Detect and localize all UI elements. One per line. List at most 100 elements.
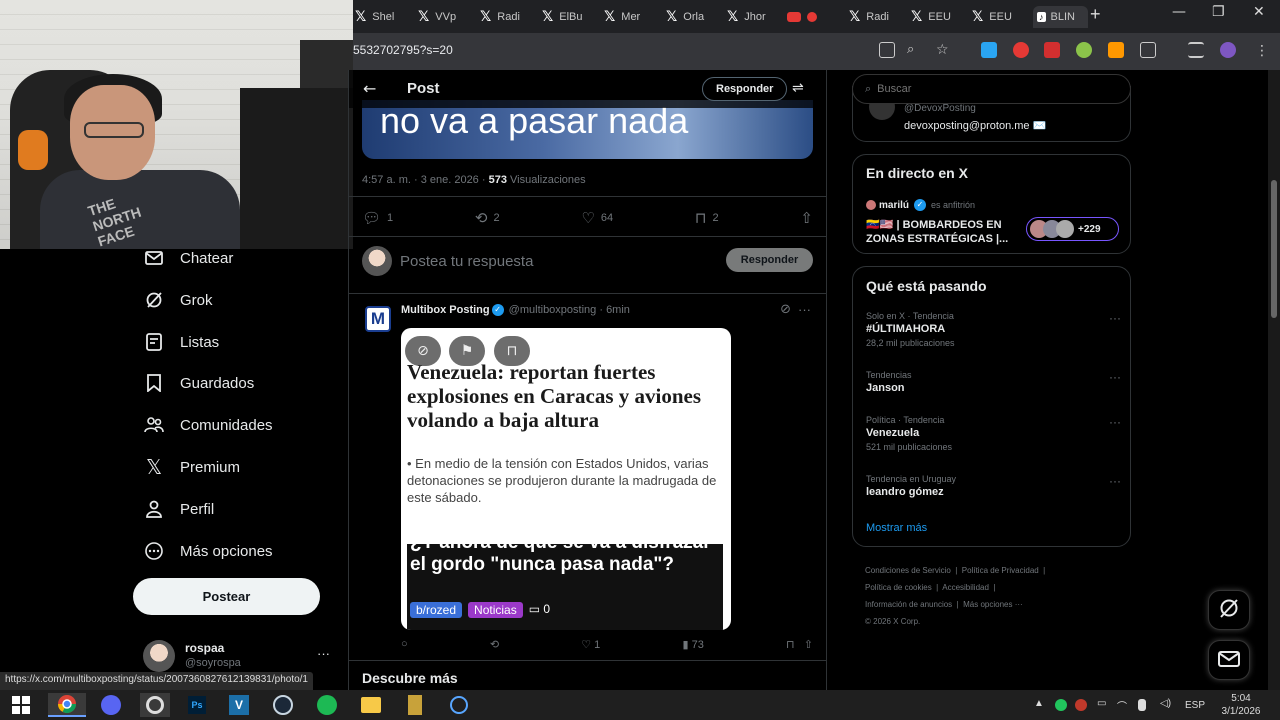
page-scrollbar[interactable]: [1268, 70, 1280, 690]
browser-tab[interactable]: 𝕏 Shel: [355, 6, 410, 28]
tweet-more-icon[interactable]: ···: [798, 302, 811, 317]
author-avatar[interactable]: M: [365, 306, 391, 332]
new-tab-button[interactable]: +: [1090, 4, 1101, 25]
views-action[interactable]: ▮ 73: [682, 638, 703, 651]
like-action[interactable]: ♡ 64: [581, 209, 613, 227]
nav-item-chatear[interactable]: Chatear: [144, 244, 233, 272]
repost-action[interactable]: ⟲ 2: [475, 209, 500, 227]
header-reply-button[interactable]: Responder: [702, 77, 788, 101]
nav-item-premium[interactable]: 𝕏 Premium: [144, 453, 240, 481]
footer-link[interactable]: Información de anuncios: [865, 600, 952, 609]
install-app-icon[interactable]: [879, 42, 895, 58]
messages-fab-button[interactable]: [1208, 640, 1250, 680]
browser-tab[interactable]: 𝕏 Radi: [480, 6, 535, 28]
back-arrow-icon[interactable]: ←: [363, 79, 376, 98]
browser-tab[interactable]: 𝕏 Jhor: [727, 6, 782, 28]
network-icon[interactable]: ▭: [1097, 698, 1106, 709]
file-explorer-taskbar-icon[interactable]: [358, 693, 384, 717]
browser-tab[interactable]: 𝕏 EEU: [972, 6, 1027, 28]
nav-item-listas[interactable]: Listas: [144, 328, 219, 356]
grok-fab-button[interactable]: [1208, 590, 1250, 630]
obs-taskbar-icon[interactable]: [140, 693, 170, 717]
footer-link[interactable]: Política de Privacidad: [962, 566, 1039, 575]
steam-taskbar-icon[interactable]: [270, 693, 296, 717]
trend-item[interactable]: Solo en X · Tendencia #ÚLTIMAHORA 28,2 m…: [866, 311, 1121, 348]
browser-tab[interactable]: 𝕏 Radi: [849, 6, 904, 28]
post-button[interactable]: Postear: [133, 578, 320, 615]
microphone-icon[interactable]: [1138, 699, 1146, 711]
tweet-media[interactable]: Venezuela: reportan fuertes explosiones …: [401, 328, 731, 630]
photoshop-taskbar-icon[interactable]: Ps: [184, 693, 210, 717]
bookmark-share[interactable]: ⊓ ⇧: [786, 638, 813, 651]
sliders-icon[interactable]: ⇌: [792, 80, 804, 96]
scrollbar-thumb[interactable]: [1271, 180, 1277, 318]
post-image[interactable]: no va a pasar nada: [362, 100, 813, 159]
tray-app-icon[interactable]: [1055, 699, 1067, 711]
clock[interactable]: 5:04 3/1/2026: [1218, 692, 1264, 718]
windows-start-icon[interactable]: [8, 693, 34, 717]
more-icon[interactable]: ···: [1109, 370, 1121, 384]
bookmark-star-icon[interactable]: ☆: [936, 42, 952, 58]
space-title[interactable]: 🇻🇪🇺🇸 | BOMBARDEOS EN ZONAS ESTRATÉGICAS …: [866, 218, 1016, 246]
language-indicator[interactable]: ESP: [1185, 700, 1205, 711]
address-bar[interactable]: 5532702795?s=20: [353, 43, 453, 57]
tray-app-icon[interactable]: [1075, 699, 1087, 711]
browser-tab-youtube[interactable]: [787, 6, 837, 28]
bookmark-icon[interactable]: ⊓: [494, 336, 530, 366]
show-more-link[interactable]: Mostrar más: [866, 522, 927, 534]
reply-action[interactable]: ○: [401, 638, 408, 651]
search-box[interactable]: ⌕: [852, 74, 1131, 104]
browser-tab-active[interactable]: ♪ BLIN: [1033, 6, 1088, 28]
spotify-taskbar-icon[interactable]: [314, 693, 340, 717]
chrome-taskbar-icon[interactable]: [48, 693, 86, 717]
extension-icon[interactable]: [981, 42, 997, 58]
browser-tab[interactable]: 𝕏 EEU: [911, 6, 966, 28]
grok-icon[interactable]: ⊘: [780, 302, 791, 317]
account-switcher[interactable]: rospaa @soyrospa ···: [143, 640, 333, 676]
extension-icon[interactable]: [1076, 42, 1092, 58]
discord-taskbar-icon[interactable]: [96, 693, 126, 717]
trend-item[interactable]: Tendencia en Uruguay leandro gómez ···: [866, 474, 1121, 498]
search-input[interactable]: [877, 83, 1098, 95]
browser-menu-icon[interactable]: ⋮: [1254, 42, 1270, 58]
reply-submit-button[interactable]: Responder: [726, 248, 813, 272]
contact-email[interactable]: devoxposting@proton.me ✉️: [904, 119, 1046, 132]
footer-link[interactable]: Condiciones de Servicio: [865, 566, 951, 575]
extensions-puzzle-icon[interactable]: [1140, 42, 1156, 58]
profile-avatar-icon[interactable]: [1220, 42, 1236, 58]
nav-item-perfil[interactable]: Perfil: [144, 495, 214, 523]
reply-action[interactable]: 💬︎ 1: [362, 209, 393, 227]
share-action[interactable]: ⇧: [800, 209, 813, 227]
volume-icon[interactable]: ◁): [1160, 698, 1171, 709]
nav-item-comunidades[interactable]: Comunidades: [144, 411, 273, 439]
reading-list-icon[interactable]: [1188, 42, 1204, 58]
browser-tab[interactable]: 𝕏 VVp: [418, 6, 473, 28]
browser-tab[interactable]: 𝕏 ElBu: [542, 6, 597, 28]
like-action[interactable]: ♡ 1: [581, 638, 600, 651]
nav-item-guardados[interactable]: Guardados: [144, 369, 254, 397]
browser-tab[interactable]: 𝕏 Orla: [666, 6, 721, 28]
nav-item-grok[interactable]: Grok: [144, 286, 213, 314]
maximize-button[interactable]: ❐: [1212, 4, 1225, 20]
footer-link[interactable]: Accesibilidad: [942, 583, 989, 592]
close-window-button[interactable]: ✕: [1253, 4, 1265, 20]
more-icon[interactable]: ···: [1109, 474, 1121, 488]
tray-chevron-icon[interactable]: ▲: [1034, 698, 1044, 709]
footer-link[interactable]: Política de cookies: [865, 583, 932, 592]
wifi-icon[interactable]: ⌒: [1117, 698, 1127, 713]
app-taskbar-icon[interactable]: [402, 693, 428, 717]
hide-eye-icon[interactable]: ⊘: [405, 336, 441, 366]
more-icon[interactable]: ···: [1109, 415, 1121, 429]
browser-tab[interactable]: 𝕏 Mer: [604, 6, 659, 28]
minimize-button[interactable]: —: [1172, 4, 1186, 20]
vegas-taskbar-icon[interactable]: V: [226, 693, 252, 717]
reply-input[interactable]: Postea tu respuesta: [400, 253, 533, 270]
more-icon[interactable]: ···: [1109, 311, 1121, 325]
bookmark-action[interactable]: ⊓ 2: [695, 209, 719, 227]
footer-link[interactable]: Más opciones ···: [963, 600, 1023, 609]
trend-item[interactable]: Política · Tendencia Venezuela 521 mil p…: [866, 415, 1121, 452]
extension-icon[interactable]: [1108, 42, 1124, 58]
trend-item[interactable]: Tendencias Janson ···: [866, 370, 1121, 394]
app-taskbar-icon[interactable]: [446, 693, 472, 717]
flag-icon[interactable]: ⚑: [449, 336, 485, 366]
